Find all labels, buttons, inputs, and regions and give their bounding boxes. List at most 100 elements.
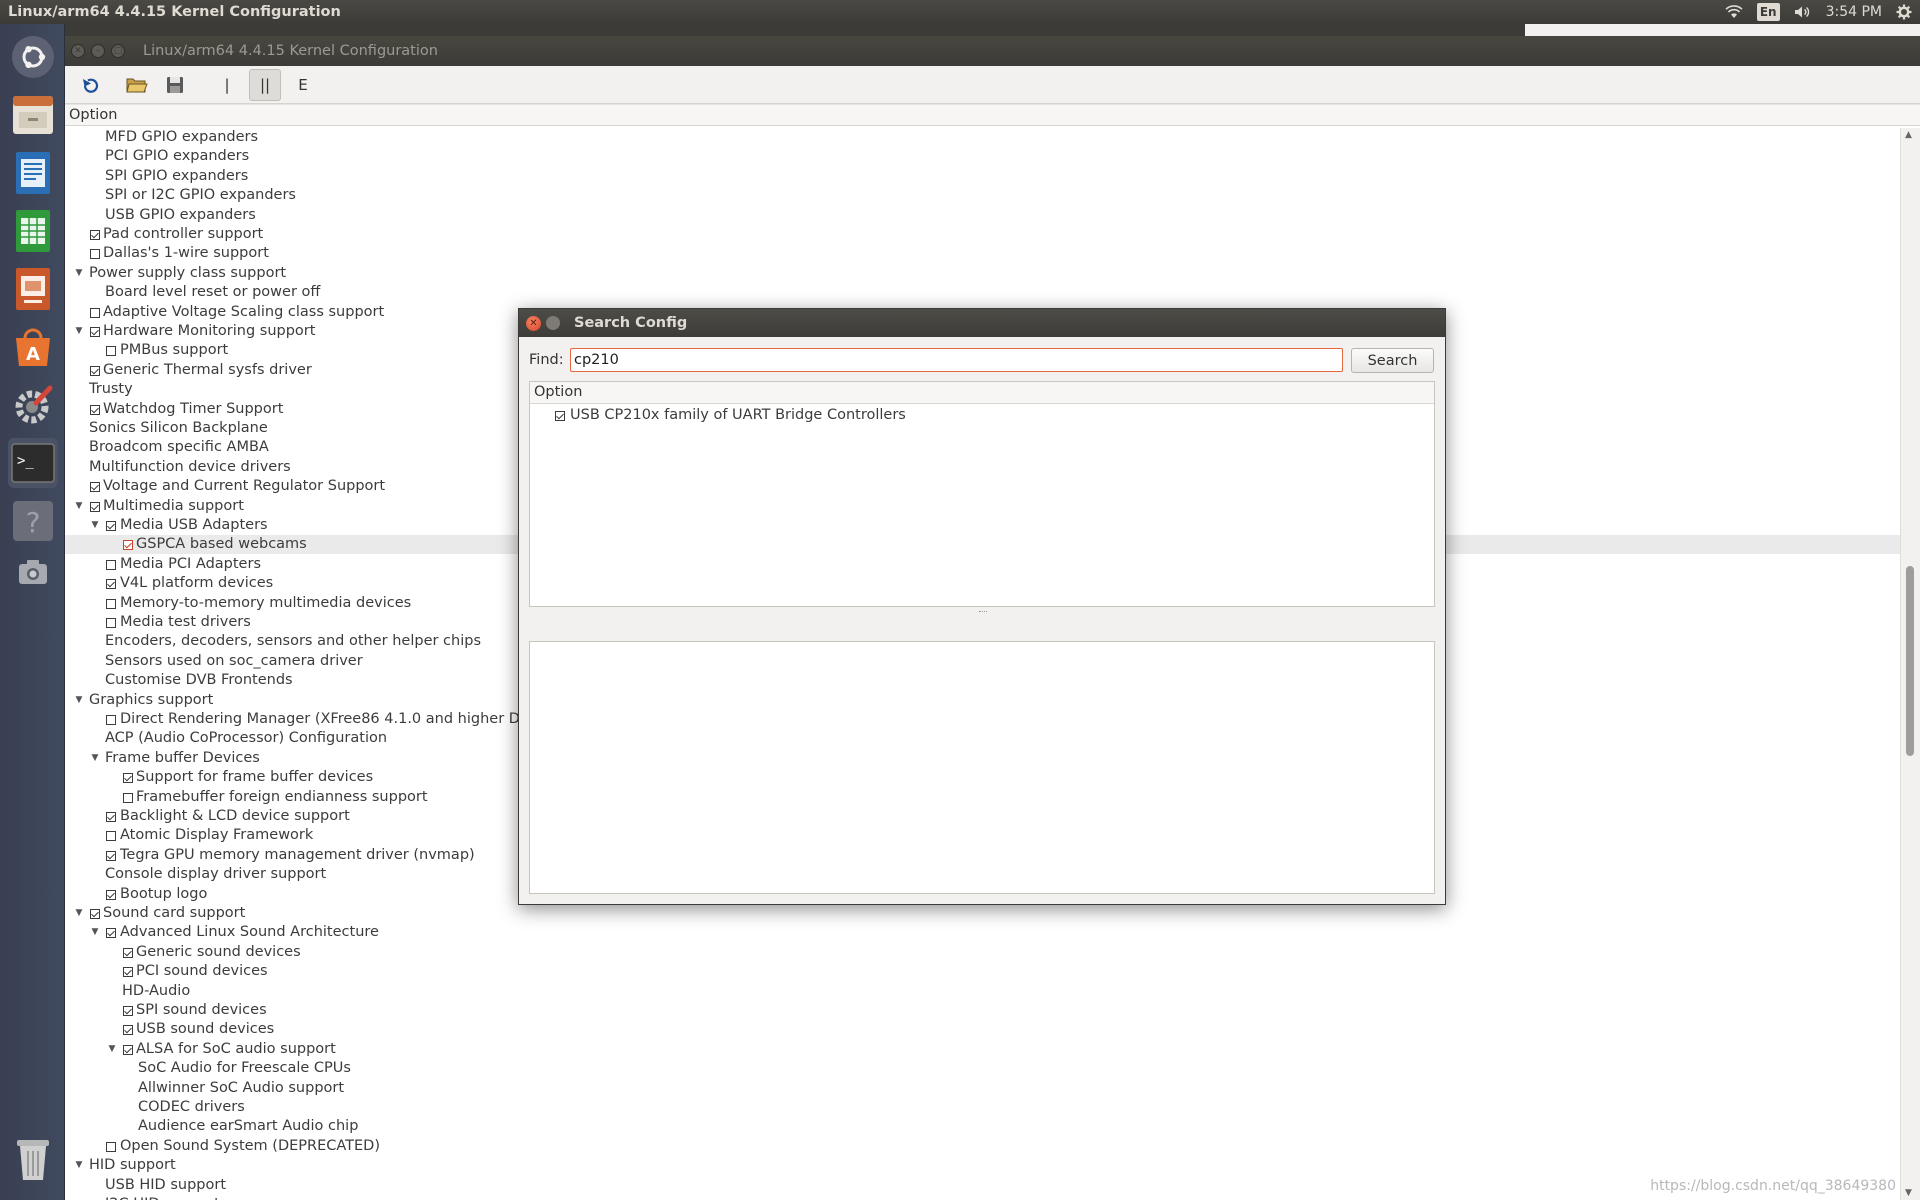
option-checkbox[interactable]	[90, 327, 100, 337]
option-checkbox[interactable]	[106, 521, 116, 531]
option-checkbox[interactable]	[123, 947, 133, 958]
screenshot-icon[interactable]	[8, 554, 58, 590]
tree-row[interactable]: I2C HID support	[65, 1195, 1900, 1200]
expander-arrow-icon[interactable]: ▼	[89, 516, 101, 535]
tree-row[interactable]: USB HID support	[65, 1176, 1900, 1195]
option-checkbox[interactable]	[90, 249, 100, 260]
minimize-icon[interactable]: –	[91, 44, 105, 58]
option-checkbox[interactable]	[106, 715, 116, 725]
option-checkbox[interactable]	[106, 831, 116, 842]
expander-arrow-icon[interactable]: ▼	[73, 497, 85, 516]
option-checkbox[interactable]	[123, 1044, 133, 1055]
tree-scrollbar[interactable]: ▲ ▼	[1900, 128, 1920, 1200]
option-checkbox[interactable]	[106, 598, 116, 609]
tree-row[interactable]: SPI sound devices	[65, 1001, 1900, 1020]
search-result-row[interactable]: USB CP210x family of UART Bridge Control…	[530, 406, 1434, 425]
option-checkbox[interactable]	[123, 967, 133, 978]
tree-row[interactable]: SoC Audio for Freescale CPUs	[65, 1059, 1900, 1078]
tree-row[interactable]: Audience earSmart Audio chip	[65, 1117, 1900, 1136]
writer-icon[interactable]	[8, 148, 58, 198]
tree-row[interactable]: Pad controller support	[65, 225, 1900, 244]
tree-row[interactable]: Open Sound System (DEPRECATED)	[65, 1137, 1900, 1156]
expander-arrow-icon[interactable]: ▼	[89, 749, 101, 768]
impress-icon[interactable]	[8, 264, 58, 314]
expander-arrow-icon[interactable]: ▼	[73, 1156, 85, 1175]
scroll-down-icon[interactable]: ▼	[1905, 1188, 1912, 1198]
tree-row[interactable]: PCI GPIO expanders	[65, 147, 1900, 166]
option-checkbox[interactable]	[106, 889, 116, 900]
option-checkbox[interactable]	[106, 1141, 116, 1152]
tree-row[interactable]: PCI sound devices	[65, 962, 1900, 981]
tree-row[interactable]: Board level reset or power off	[65, 283, 1900, 302]
option-checkbox[interactable]	[90, 230, 100, 240]
calc-icon[interactable]	[8, 206, 58, 256]
open-folder-icon[interactable]	[121, 69, 153, 101]
tree-row[interactable]: SPI GPIO expanders	[65, 167, 1900, 186]
option-checkbox[interactable]	[106, 618, 116, 628]
tree-row[interactable]: ▼ ALSA for SoC audio support	[65, 1040, 1900, 1059]
split-view-button[interactable]: ||	[249, 68, 281, 101]
option-checkbox[interactable]	[123, 1025, 133, 1036]
tree-row[interactable]: Generic sound devices	[65, 943, 1900, 962]
close-icon[interactable]: ✕	[71, 44, 85, 58]
wifi-icon[interactable]	[1725, 5, 1743, 19]
results-column-header[interactable]: Option	[530, 382, 1434, 404]
keyboard-layout-icon[interactable]: En	[1756, 3, 1780, 21]
tree-column-header[interactable]: Option	[65, 104, 1920, 126]
tree-row[interactable]: Dallas's 1-wire support	[65, 244, 1900, 263]
tree-row[interactable]: HD-Audio	[65, 982, 1900, 1001]
clock[interactable]: 3:54 PM	[1826, 4, 1882, 20]
tree-row[interactable]: ▼ Power supply class support	[65, 264, 1900, 283]
expander-arrow-icon[interactable]: ▼	[73, 322, 85, 341]
pane-splitter[interactable]	[529, 609, 1435, 617]
terminal-icon[interactable]: >_	[8, 438, 58, 488]
expander-arrow-icon[interactable]: ▼	[89, 923, 101, 942]
option-checkbox[interactable]	[90, 365, 100, 376]
tree-row[interactable]: Allwinner SoC Audio support	[65, 1079, 1900, 1098]
settings-gear-icon[interactable]	[1896, 4, 1912, 20]
option-checkbox[interactable]	[90, 501, 100, 512]
option-checkbox[interactable]	[555, 411, 565, 421]
tree-row[interactable]: MFD GPIO expanders	[65, 128, 1900, 147]
ubuntu-dash-icon[interactable]	[8, 32, 58, 82]
tree-row[interactable]: USB sound devices	[65, 1020, 1900, 1039]
expander-arrow-icon[interactable]: ▼	[73, 904, 85, 923]
maximize-icon[interactable]	[546, 316, 560, 330]
option-checkbox[interactable]	[106, 850, 116, 861]
single-view-button[interactable]: |	[211, 69, 243, 101]
scroll-thumb[interactable]	[1906, 566, 1914, 756]
system-settings-icon[interactable]	[8, 380, 58, 430]
software-center-icon[interactable]: A	[8, 322, 58, 372]
save-icon[interactable]	[159, 69, 191, 101]
tree-row[interactable]: CODEC drivers	[65, 1098, 1900, 1117]
option-checkbox[interactable]	[90, 909, 100, 919]
option-checkbox[interactable]	[106, 928, 116, 939]
tree-row[interactable]: ▼ HID support	[65, 1156, 1900, 1175]
maximize-icon[interactable]: □	[111, 44, 125, 58]
option-checkbox[interactable]	[90, 482, 100, 493]
back-icon[interactable]	[75, 69, 107, 101]
option-checkbox[interactable]	[123, 1006, 133, 1016]
find-input[interactable]	[570, 348, 1343, 372]
option-checkbox[interactable]	[123, 792, 133, 803]
expander-arrow-icon[interactable]: ▼	[106, 1040, 118, 1059]
close-icon[interactable]: ✕	[526, 315, 541, 331]
option-checkbox[interactable]	[90, 307, 100, 318]
scroll-up-icon[interactable]: ▲	[1905, 130, 1912, 140]
tree-row[interactable]: ▼ Sound card support	[65, 904, 1900, 923]
tree-row[interactable]: USB GPIO expanders	[65, 206, 1900, 225]
expander-arrow-icon[interactable]: ▼	[73, 264, 85, 283]
tree-row[interactable]: ▼ Advanced Linux Sound Architecture	[65, 923, 1900, 942]
search-button[interactable]: Search	[1351, 348, 1434, 373]
option-checkbox[interactable]	[106, 346, 116, 357]
trash-icon[interactable]	[8, 1134, 58, 1184]
option-checkbox[interactable]	[106, 812, 116, 822]
option-checkbox[interactable]	[123, 773, 133, 784]
option-checkbox[interactable]	[90, 404, 100, 415]
help-icon[interactable]: ?	[8, 496, 58, 546]
volume-icon[interactable]	[1794, 5, 1812, 19]
tree-row[interactable]: SPI or I2C GPIO expanders	[65, 186, 1900, 205]
option-checkbox[interactable]	[106, 559, 116, 570]
option-checkbox[interactable]	[106, 579, 116, 590]
files-icon[interactable]	[8, 90, 58, 140]
